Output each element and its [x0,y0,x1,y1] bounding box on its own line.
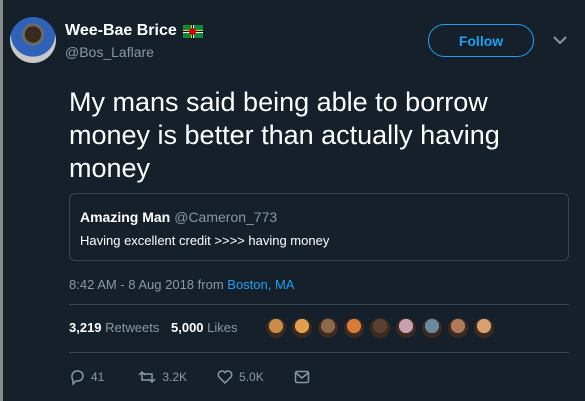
like-count: 5.0K [239,370,264,384]
author-name-row: Wee-Bae Brice [65,22,203,40]
author-display-name[interactable]: Wee-Bae Brice [65,22,177,40]
location-link[interactable]: Boston, MA [227,277,294,292]
engagement-stats: 3,219 Retweets 5,000 Likes [69,320,238,335]
quoted-display-name: Amazing Man [80,209,171,225]
retweets-label[interactable]: Retweets [105,320,159,335]
retweet-count: 3.2K [162,370,188,384]
retweet-icon [138,370,156,384]
tweet-text: My mans said being able to borrow money … [69,87,500,183]
liker-avatar[interactable] [369,317,391,339]
likes-label[interactable]: Likes [207,320,237,335]
like-button[interactable]: 5.0K [217,369,264,385]
retweets-count[interactable]: 3,219 [69,320,102,335]
author-handle[interactable]: @Bos_Laflare [65,44,154,60]
quoted-tweet[interactable]: Amazing Man @Cameron_773 Having excellent… [69,193,569,261]
retweet-button[interactable]: 3.2K [138,369,187,385]
tweet-actions: 41 3.2K 5.0K [69,369,316,385]
avatar[interactable] [10,17,56,63]
liker-avatar[interactable] [343,317,365,339]
quoted-text: Having excellent credit >>>> having mone… [80,233,330,248]
reply-button[interactable]: 41 [69,369,104,385]
likes-count[interactable]: 5,000 [171,320,204,335]
message-icon [294,370,309,384]
divider [69,304,569,305]
divider [69,352,569,353]
follow-button[interactable]: Follow [428,24,534,57]
message-button[interactable] [294,370,316,384]
liker-avatar[interactable] [473,317,495,339]
timestamp-text: 8:42 AM - 8 Aug 2018 from [69,277,224,292]
chevron-down-icon[interactable] [552,34,568,46]
liker-avatar[interactable] [447,317,469,339]
quoted-author: Amazing Man @Cameron_773 [80,209,277,225]
reply-icon [71,370,84,385]
quoted-handle: @Cameron_773 [174,209,278,225]
dominica-flag-icon [182,24,203,38]
tweet-card: Wee-Bae Brice @Bos_Laflare Follow My man… [3,0,585,401]
liker-avatar[interactable] [291,317,313,339]
likers-avatars [265,317,499,339]
liker-avatar[interactable] [317,317,339,339]
liker-avatar[interactable] [395,317,417,339]
liker-avatar[interactable] [265,317,287,339]
liker-avatar[interactable] [421,317,443,339]
tweet-timestamp: 8:42 AM - 8 Aug 2018 from Boston, MA [69,277,294,292]
heart-icon [217,370,233,385]
reply-count: 41 [91,370,105,384]
